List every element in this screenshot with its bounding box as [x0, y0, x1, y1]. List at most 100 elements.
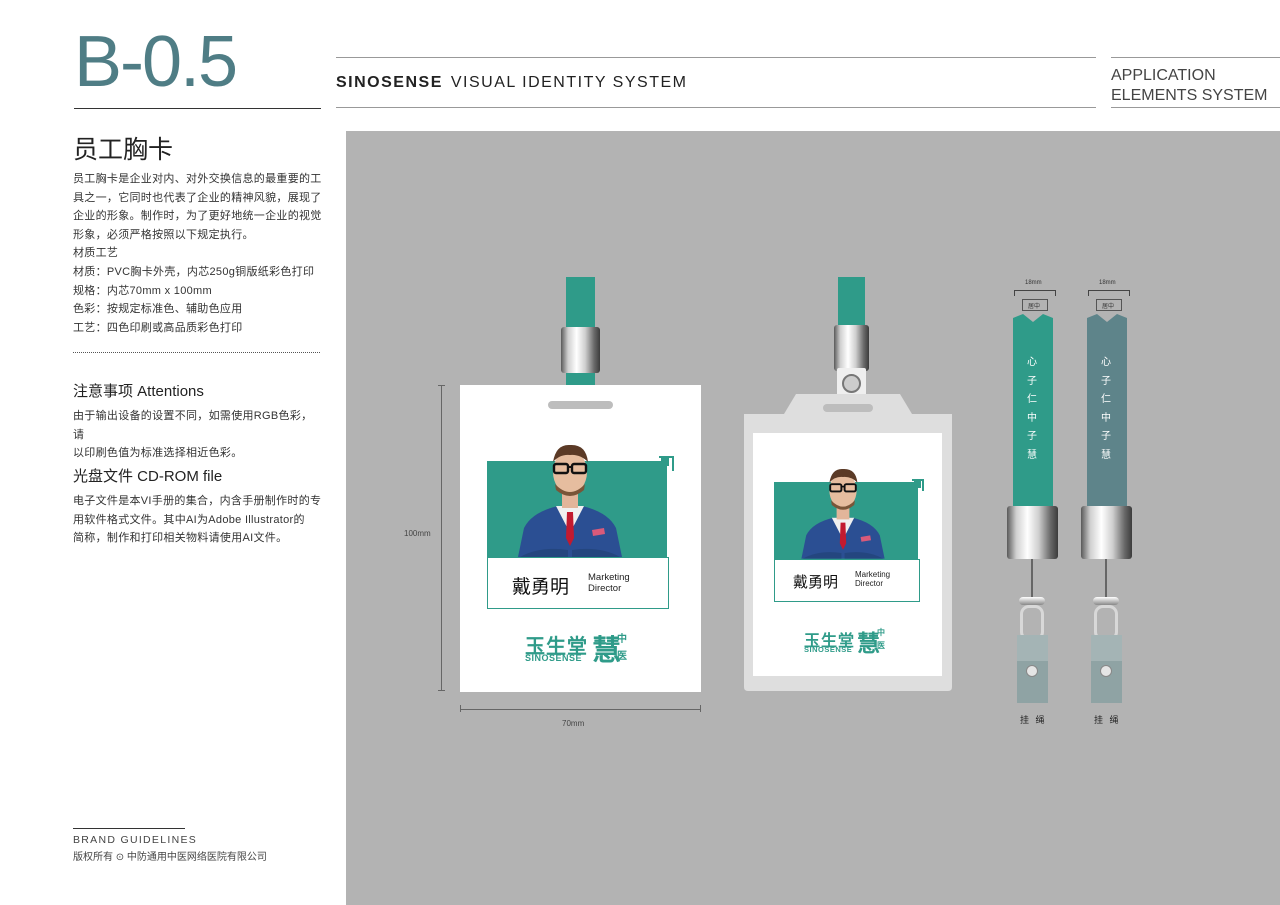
badge2-name: 戴勇明: [793, 574, 839, 591]
attention-title: 注意事项 Attentions: [73, 383, 204, 400]
header-top-rule: [336, 57, 1096, 58]
lanyard1-width-label: 18mm: [1025, 280, 1042, 286]
badge2-logo-zhong: 中: [877, 628, 885, 637]
lanyard-char: 慧: [1101, 449, 1111, 461]
lanyard-char: 子: [1101, 375, 1111, 387]
lanyard2-snap: [1100, 665, 1112, 677]
app-line-2: ELEMENTS SYSTEM: [1111, 87, 1268, 104]
lanyard2-caption: 挂 绳: [1094, 715, 1121, 725]
cd-line: 电子文件是本VI手册的集合，内含手册制作时的专: [73, 495, 322, 507]
width-dimension-line: [460, 709, 701, 710]
badge2-name-box: 戴勇明 Marketing Director: [774, 559, 920, 602]
lanyard1-cord: [1031, 559, 1033, 599]
lanyard1-buckle: [1007, 506, 1058, 559]
intro-line: 规格：内芯70mm x 100mm: [73, 284, 212, 297]
lanyard1-center-box: [1022, 299, 1048, 311]
attention-text: 由于输出设备的设置不同，如需使用RGB色彩，请 以印刷色值为标准选择相近色彩。: [73, 407, 323, 463]
lanyard1-tab-top: [1017, 635, 1048, 661]
width-dimension-cap-right: [700, 705, 701, 712]
lanyard2-text: 心 子 仁 中 子 慧: [1096, 354, 1116, 466]
lanyard-teal: 18mm 居中 心 子 仁 中 子 慧 挂 绳: [1000, 280, 1070, 730]
lanyard2-width-bracket: [1088, 290, 1130, 296]
lanyard1-text: 心 子 仁 中 子 慧: [1022, 354, 1042, 466]
lanyard2-tab-top: [1091, 635, 1122, 661]
badge1-role-line2: Director: [588, 582, 622, 594]
height-dimension-label: 100mm: [404, 529, 431, 538]
footer-copyright: 版权所有 ⊙ 中防通用中医网络医院有限公司: [73, 852, 267, 863]
intro-line: 企业的形象。制作时，为了更好地统一企业的视觉: [73, 210, 322, 223]
badge2-logo-yi: 医: [877, 641, 885, 650]
lanyard2-center-box: [1096, 299, 1122, 311]
intro-line: 材质工艺: [73, 247, 119, 260]
app-bottom-rule: [1111, 107, 1280, 108]
lanyard1-width-bracket: [1014, 290, 1056, 296]
intro-line: 材质：PVC胸卡外壳，内芯250g铜版纸彩色打印: [73, 265, 315, 278]
width-dimension-label: 70mm: [562, 719, 585, 728]
lanyard-char: 心: [1027, 357, 1037, 368]
lanyard2-buckle: [1081, 506, 1132, 559]
badge2-corner-dot: [914, 481, 921, 488]
badge1-logo-en: SINOSENSE: [525, 653, 583, 663]
badge2-role: Marketing Director: [855, 570, 890, 588]
badge1-name-box: 戴勇明 Marketing Director: [487, 557, 669, 609]
height-dimension-cap-bottom: [438, 690, 445, 691]
cd-line: 简称，制作和打印相关物料请使用AI文件。: [73, 532, 288, 545]
brand-title: SINOSENSE VISUAL IDENTITY SYSTEM: [336, 74, 687, 92]
page-title: 员工胸卡: [73, 136, 174, 164]
cd-line: 用软件格式文件。其中AI为Adobe Illustrator的: [73, 513, 305, 526]
height-dimension-line: [441, 385, 442, 690]
attention-line: 以印刷色值为标准选择相近色彩。: [73, 447, 243, 460]
badge2-role-line2: Director: [855, 578, 884, 588]
intro-line: 工艺：四色印刷或高品质彩色打印: [73, 321, 243, 334]
lanyard-char: 慧: [1027, 449, 1037, 461]
badge2-logo-en: SINOSENSE: [804, 645, 853, 654]
lanyard2-cord: [1105, 559, 1107, 599]
portrait-image: [518, 444, 622, 557]
brand-name: SINOSENSE: [336, 74, 443, 91]
lanyard1-caption: 挂 绳: [1020, 715, 1047, 725]
lanyard2-swivel: [1093, 597, 1119, 605]
header-bottom-rule: [336, 107, 1096, 108]
badge2-buckle: [834, 325, 869, 371]
badge1-corner-dot: [661, 458, 669, 466]
height-dimension-cap-top: [438, 385, 445, 386]
lanyard-char: 子: [1027, 375, 1037, 387]
badge1-logo-yi: 医: [617, 651, 627, 662]
lanyard1-swivel: [1019, 597, 1045, 605]
attention-line: 由于输出设备的设置不同，如需使用RGB色彩，请: [73, 410, 313, 441]
app-top-rule: [1111, 57, 1280, 58]
badge1-logo-zhong: 中: [617, 634, 627, 645]
lanyard-char: 子: [1027, 431, 1037, 443]
width-dimension-cap-left: [460, 705, 461, 712]
badge1-buckle: [561, 327, 600, 373]
footer-rule: [73, 828, 185, 829]
intro-line: 形象，必须严格按照以下规定执行。: [73, 228, 254, 241]
portrait-image: [801, 468, 885, 559]
intro-text: 员工胸卡是企业对内、对外交换信息的最重要的工 具之一，它同时也代表了企业的精神风…: [73, 170, 323, 337]
cd-title: 光盘文件 CD-ROM file: [73, 468, 223, 485]
intro-line: 色彩：按规定标准色、辅助色应用: [73, 303, 243, 316]
cd-text: 电子文件是本VI手册的集合，内含手册制作时的专 用软件格式文件。其中AI为Ado…: [73, 492, 323, 548]
brand-subtitle: VISUAL IDENTITY SYSTEM: [450, 74, 688, 91]
badge1-photo: [510, 428, 630, 557]
badge2-photo: [795, 455, 891, 559]
lanyard-char: 中: [1101, 412, 1111, 424]
app-system-label: APPLICATION ELEMENTS SYSTEM: [1111, 66, 1267, 106]
app-line-1: APPLICATION: [1111, 67, 1216, 84]
section-code-underline: [74, 108, 321, 109]
badge1-name: 戴勇明: [512, 577, 570, 598]
badge2-clip-ring: [842, 374, 861, 393]
section-code: B-0.5: [74, 22, 238, 102]
lanyard-char: 仁: [1027, 394, 1037, 406]
lanyard-char: 中: [1027, 412, 1037, 424]
lanyard-char: 仁: [1101, 394, 1111, 406]
section-divider: [73, 352, 320, 353]
badge1-role: Marketing Director: [588, 572, 630, 594]
intro-line: 具之一，它同时也代表了企业的精神风貌，展现了: [73, 191, 322, 204]
intro-line: 员工胸卡是企业对内、对外交换信息的最重要的工: [73, 173, 322, 185]
lanyard-char: 子: [1101, 431, 1111, 443]
lanyard-slate: 18mm 居中 心 子 仁 中 子 慧 挂 绳: [1074, 280, 1144, 730]
lanyard-char: 心: [1101, 357, 1111, 368]
badge1-slot: [548, 401, 613, 409]
footer-brand-guidelines: BRAND GUIDELINES: [73, 834, 198, 846]
